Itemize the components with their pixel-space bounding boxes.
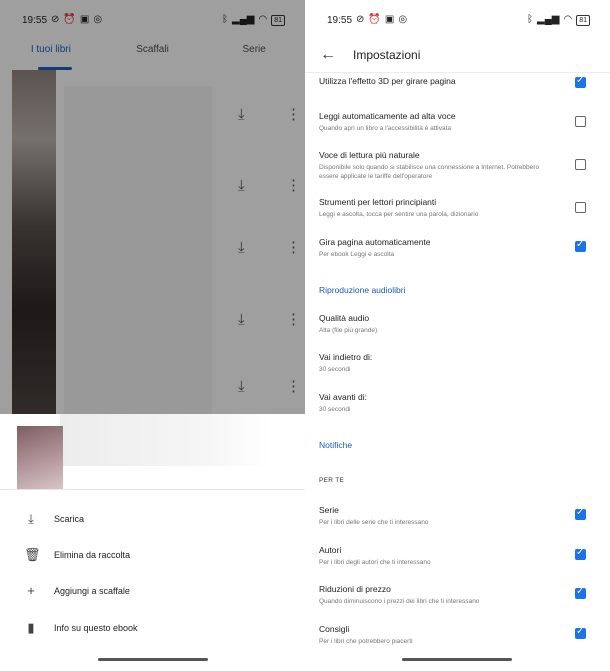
whatsapp-icon: ◎	[398, 14, 408, 25]
checkbox-auto-page-turn[interactable]	[575, 239, 586, 252]
setting-subtitle: Disponibile solo quando si stabilisce un…	[319, 164, 540, 180]
divider	[305, 72, 610, 73]
checkbox-notify-series[interactable]	[575, 507, 586, 520]
wifi-icon: ◠	[563, 14, 573, 25]
checkbox-notify-authors[interactable]	[575, 547, 586, 560]
sheet-book-title	[60, 414, 272, 466]
setting-subtitle: Quando apri un libro a l'accessibilità è…	[319, 125, 452, 132]
book-action-sheet: ⤓ Scarica 🗑 Elimina da raccolta + Aggiun…	[0, 414, 305, 671]
setting-audio-quality[interactable]: Qualità audio Alta (file più grande)	[319, 313, 604, 335]
checkbox-notify-recommendations[interactable]	[575, 626, 586, 639]
nfc-icon: ▣	[384, 14, 395, 25]
gesture-bar[interactable]	[98, 658, 208, 661]
setting-notify-authors[interactable]: Autori Per i libri degli autori che ti i…	[319, 545, 604, 567]
settings-screen: 19:55 ⊘ ⏰ ▣ ◎ ᛒ ▂▄▆ ◠ 81 ← Impostazioni …	[305, 0, 610, 671]
menu-item-info[interactable]: ▮ Info su questo ebook	[24, 620, 138, 636]
setting-subtitle: Quando diminuiscono i prezzi dei libri c…	[319, 598, 480, 605]
menu-item-aggiungi[interactable]: + Aggiungi a scaffale	[24, 583, 130, 598]
setting-beginner-tools[interactable]: Strumenti per lettori principianti Leggi…	[319, 197, 604, 219]
checkbox-notify-price-drops[interactable]	[575, 586, 586, 599]
section-caption-per-te: PER TE	[319, 477, 345, 484]
signal-icon: ▂▄▆	[537, 14, 560, 25]
setting-subtitle: 30 secondi	[319, 366, 351, 373]
setting-title: Riduzioni di prezzo	[319, 584, 391, 594]
setting-title: Vai indietro di:	[319, 352, 373, 362]
checkbox-3d-page-turn[interactable]	[575, 75, 586, 88]
page-title: Impostazioni	[353, 48, 421, 62]
setting-title: Autori	[319, 545, 342, 555]
setting-subtitle: 30 secondi	[319, 406, 351, 413]
scrim-overlay[interactable]	[0, 0, 305, 414]
setting-title: Strumenti per lettori principianti	[319, 197, 437, 207]
library-screen: 19:55 ⊘ ⏰ ▣ ◎ ᛒ ▂▄▆ ◠ 81 I tuoi libri Sc…	[0, 0, 305, 671]
setting-title: Consigli	[319, 624, 350, 634]
setting-subtitle: Per ebook Leggi e ascolta	[319, 251, 395, 258]
status-bar: 19:55 ⊘ ⏰ ▣ ◎ ᛒ ▂▄▆ ◠ 81	[305, 0, 610, 40]
settings-app-bar: ← Impostazioni	[305, 40, 610, 70]
setting-notify-recommendations[interactable]: Consigli Per i libri che potrebbero piac…	[319, 624, 604, 646]
download-icon: ⤓	[28, 511, 34, 526]
setting-title: Utilizza l'effetto 3D per girare pagina	[319, 76, 456, 86]
section-header-audiobooks: Riproduzione audiolibri	[319, 285, 406, 295]
checkbox-beginner-tools[interactable]	[575, 202, 586, 213]
setting-title: Vai avanti di:	[319, 392, 368, 402]
alarm-icon: ⏰	[368, 14, 381, 25]
setting-subtitle: Per i libri delle serie che ti interessa…	[319, 519, 429, 526]
setting-title: Gira pagina automaticamente	[319, 237, 431, 247]
setting-subtitle: Per i libri che potrebbero piacerti	[319, 638, 413, 645]
setting-auto-page-turn[interactable]: Gira pagina automaticamente Per ebook Le…	[319, 237, 604, 259]
section-header-notifications: Notifiche	[319, 440, 353, 450]
setting-subtitle: Leggi e ascolta, tocca per sentire una p…	[319, 211, 479, 218]
setting-3d-page-turn[interactable]: Utilizza l'effetto 3D per girare pagina	[319, 75, 604, 88]
gesture-bar[interactable]	[402, 658, 512, 661]
setting-notify-series[interactable]: Serie Per i libri delle serie che ti int…	[319, 505, 604, 527]
menu-item-label: Scarica	[54, 514, 85, 524]
setting-read-aloud[interactable]: Leggi automaticamente ad alta voce Quand…	[319, 111, 604, 133]
setting-title: Qualità audio	[319, 313, 370, 323]
battery-icon: 81	[576, 14, 590, 26]
menu-item-label: Elimina da raccolta	[54, 550, 131, 560]
book-icon: ▮	[27, 620, 35, 635]
sheet-book-thumbnail	[17, 426, 63, 490]
setting-title: Leggi automaticamente ad alta voce	[319, 111, 456, 121]
setting-title: Serie	[319, 505, 339, 515]
setting-subtitle: Per i libri degli autori che ti interess…	[319, 559, 431, 566]
plus-icon: +	[27, 583, 35, 598]
back-arrow-icon[interactable]: ←	[320, 46, 336, 64]
trash-icon: 🗑	[24, 547, 41, 562]
setting-subtitle: Alta (file più grande)	[319, 327, 378, 334]
setting-natural-voice[interactable]: Voce di lettura più naturale Disponibile…	[319, 150, 604, 181]
setting-notify-price-drops[interactable]: Riduzioni di prezzo Quando diminuiscono …	[319, 584, 604, 606]
divider	[0, 489, 305, 490]
menu-item-label: Info su questo ebook	[54, 623, 138, 633]
checkbox-read-aloud[interactable]	[575, 116, 586, 127]
status-time: 19:55	[327, 14, 353, 26]
menu-item-elimina[interactable]: 🗑 Elimina da raccolta	[24, 547, 130, 563]
setting-title: Voce di lettura più naturale	[319, 150, 420, 160]
bluetooth-icon: ᛒ	[527, 14, 533, 25]
no-alarm-icon: ⊘	[356, 14, 365, 25]
menu-item-label: Aggiungi a scaffale	[54, 585, 130, 596]
menu-item-scarica[interactable]: ⤓ Scarica	[24, 511, 84, 527]
setting-skip-back[interactable]: Vai indietro di: 30 secondi	[319, 352, 604, 374]
setting-skip-forward[interactable]: Vai avanti di: 30 secondi	[319, 392, 604, 414]
checkbox-natural-voice[interactable]	[575, 159, 586, 170]
